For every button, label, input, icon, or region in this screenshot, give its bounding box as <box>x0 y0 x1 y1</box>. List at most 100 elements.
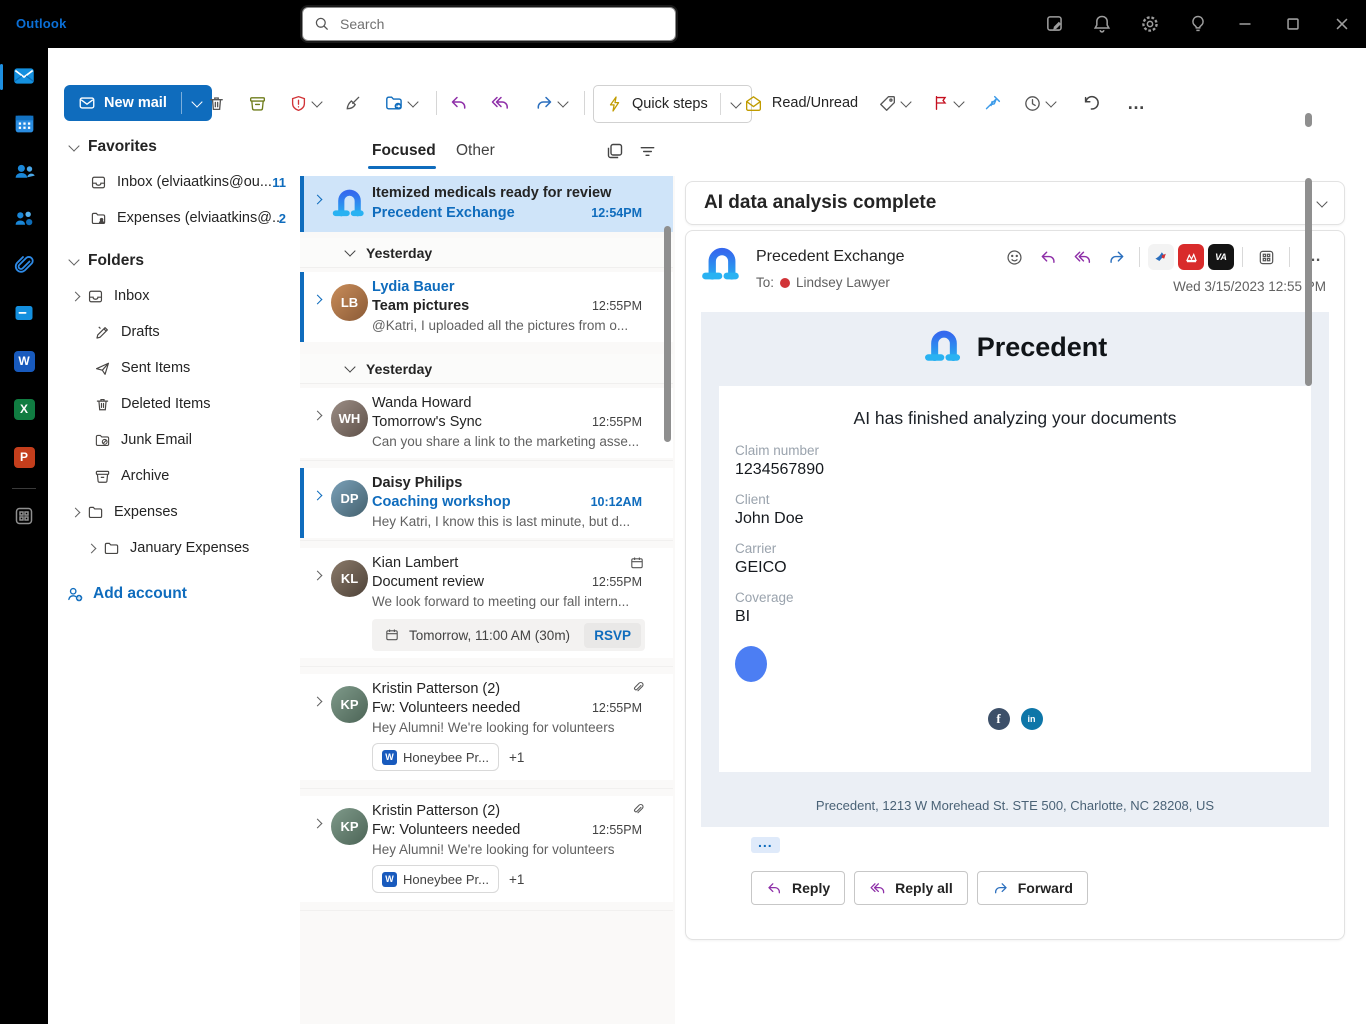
sidebar-item-archive[interactable]: Archive <box>48 458 300 494</box>
outlook-logo[interactable]: Outlook <box>16 16 67 31</box>
expand-conversation-chevron[interactable] <box>312 818 323 829</box>
email-row-kristin-2[interactable]: KP Kristin Patterson (2) Fw: Volunteers … <box>300 796 673 902</box>
linkedin-icon[interactable]: in <box>1020 708 1043 730</box>
search-input[interactable] <box>338 15 675 33</box>
attachment-chip[interactable]: W Honeybee Pr... <box>372 865 499 893</box>
attachment-more-count[interactable]: +1 <box>509 872 524 887</box>
sweep-button[interactable] <box>336 85 368 121</box>
date-group-header[interactable]: Yesterday <box>300 238 673 268</box>
sidebar-item-expenses[interactable]: Expenses <box>48 494 300 530</box>
pin-button[interactable] <box>976 85 1008 121</box>
new-mail-main[interactable]: New mail <box>64 94 181 112</box>
addin-va-icon[interactable]: VA <box>1208 244 1234 270</box>
undo-button[interactable] <box>1074 85 1108 121</box>
expand-conversation-chevron[interactable] <box>312 570 323 581</box>
expand-conversation-chevron[interactable] <box>312 294 323 305</box>
forward-button-toolbar[interactable] <box>524 85 576 121</box>
add-account-button[interactable]: Add account <box>48 576 300 612</box>
sidebar-item-sent-items[interactable]: Sent Items <box>48 350 300 386</box>
rail-excel[interactable]: X <box>0 389 48 429</box>
rail-powerpoint[interactable]: P <box>0 437 48 477</box>
maximize-button[interactable] <box>1281 12 1305 36</box>
message-more-icon[interactable]: … <box>1298 243 1328 271</box>
recipient-name[interactable]: Lindsey Lawyer <box>796 275 890 290</box>
archive-button[interactable] <box>241 85 273 121</box>
snooze-dropdown-chevron[interactable] <box>1045 95 1057 108</box>
quick-steps-button[interactable]: Quick steps <box>593 85 752 123</box>
sidebar-item-january-expenses[interactable]: January Expenses <box>48 530 300 566</box>
reply-all-button[interactable]: Reply all <box>854 871 968 905</box>
notifications-icon[interactable] <box>1090 12 1114 36</box>
sidebar-item-junk-email[interactable]: Junk Email <box>48 422 300 458</box>
expand-conversation-chevron[interactable] <box>312 490 323 501</box>
addin-red-icon[interactable] <box>1178 244 1204 270</box>
move-to-dropdown-chevron[interactable] <box>406 95 419 108</box>
facebook-icon[interactable]: f <box>987 708 1010 730</box>
select-messages-icon[interactable] <box>605 141 625 161</box>
read-unread-button[interactable]: Read/Unread <box>736 85 866 121</box>
expand-chevron[interactable] <box>70 291 81 301</box>
email-row-lydia[interactable]: LB Lydia Bauer Team pictures 12:55PM @Ka… <box>300 272 673 342</box>
expand-chevron[interactable] <box>70 507 81 517</box>
attachment-more-count[interactable]: +1 <box>509 750 524 765</box>
sidebar-item-deleted-items[interactable]: Deleted Items <box>48 386 300 422</box>
rail-word[interactable]: W <box>0 341 48 381</box>
tab-other[interactable]: Other <box>456 142 495 160</box>
reply-icon[interactable] <box>1033 243 1063 271</box>
folders-header[interactable]: Folders <box>48 244 300 278</box>
filter-icon[interactable] <box>638 142 657 161</box>
reply-all-button-toolbar[interactable] <box>482 85 518 121</box>
favorites-header[interactable]: Favorites <box>48 130 300 164</box>
show-trimmed-content-button[interactable]: ... <box>751 835 780 853</box>
forward-dropdown-chevron[interactable] <box>556 95 569 108</box>
search-box[interactable] <box>302 7 676 41</box>
rail-more-apps[interactable] <box>0 496 48 536</box>
forward-icon[interactable] <box>1101 243 1131 271</box>
email-row-precedent[interactable]: Itemized medicals ready for review Prece… <box>300 176 673 232</box>
truncated-button-image[interactable] <box>735 646 767 682</box>
rail-groups[interactable] <box>0 199 48 239</box>
rail-attachments[interactable] <box>0 245 48 285</box>
sidebar-item-drafts[interactable]: Drafts <box>48 314 300 350</box>
sidebar-item-inbox[interactable]: Inbox <box>48 278 300 314</box>
new-mail-button[interactable]: New mail <box>64 85 212 121</box>
reading-pane-scrollbar[interactable] <box>1305 178 1312 386</box>
reply-button-toolbar[interactable] <box>442 85 476 121</box>
collapse-subject-chevron[interactable] <box>1316 195 1344 208</box>
report-dropdown-chevron[interactable] <box>311 95 323 108</box>
forward-button[interactable]: Forward <box>976 871 1088 905</box>
email-row-daisy[interactable]: DP Daisy Philips Coaching workshop 10:12… <box>300 468 673 538</box>
rsvp-strip[interactable]: Tomorrow, 11:00 AM (30m) RSVP <box>372 619 645 651</box>
tips-lightbulb-icon[interactable] <box>1186 12 1210 36</box>
date-group-header[interactable]: Yesterday <box>300 354 673 384</box>
close-button[interactable] <box>1330 12 1354 36</box>
emoji-reaction-icon[interactable] <box>999 243 1029 271</box>
expand-conversation-chevron[interactable] <box>312 696 323 707</box>
toolbar-more-button[interactable]: … <box>1118 85 1154 121</box>
flag-button[interactable] <box>924 85 970 121</box>
reply-all-icon[interactable] <box>1067 243 1097 271</box>
categorize-dropdown-chevron[interactable] <box>900 95 912 108</box>
tab-focused[interactable]: Focused <box>372 142 436 160</box>
expand-conversation-chevron[interactable] <box>312 410 323 421</box>
report-button[interactable] <box>280 85 330 121</box>
message-list-scrollbar[interactable] <box>664 226 671 442</box>
attachment-chip[interactable]: W Honeybee Pr... <box>372 743 499 771</box>
reading-pane-scrollbar-top[interactable] <box>1305 113 1312 127</box>
expand-conversation-chevron[interactable] <box>312 194 323 205</box>
email-row-wanda[interactable]: WH Wanda Howard Tomorrow's Sync 12:55PM … <box>300 388 673 458</box>
expand-chevron[interactable] <box>86 543 97 553</box>
rail-todo[interactable] <box>0 293 48 333</box>
rail-calendar[interactable] <box>0 103 48 143</box>
delete-button[interactable] <box>200 85 232 121</box>
sidebar-item-inbox-favorite[interactable]: Inbox (elviaatkins@ou... 11 <box>48 164 300 200</box>
my-day-icon[interactable] <box>1043 12 1067 36</box>
flag-dropdown-chevron[interactable] <box>952 95 965 108</box>
apps-grid-icon[interactable] <box>1251 243 1281 271</box>
minimize-button[interactable] <box>1233 12 1257 36</box>
move-to-button[interactable] <box>374 85 426 121</box>
snooze-button[interactable] <box>1014 85 1064 121</box>
settings-gear-icon[interactable] <box>1138 12 1162 36</box>
addin-bird-icon[interactable] <box>1148 244 1174 270</box>
reply-button[interactable]: Reply <box>751 871 846 905</box>
